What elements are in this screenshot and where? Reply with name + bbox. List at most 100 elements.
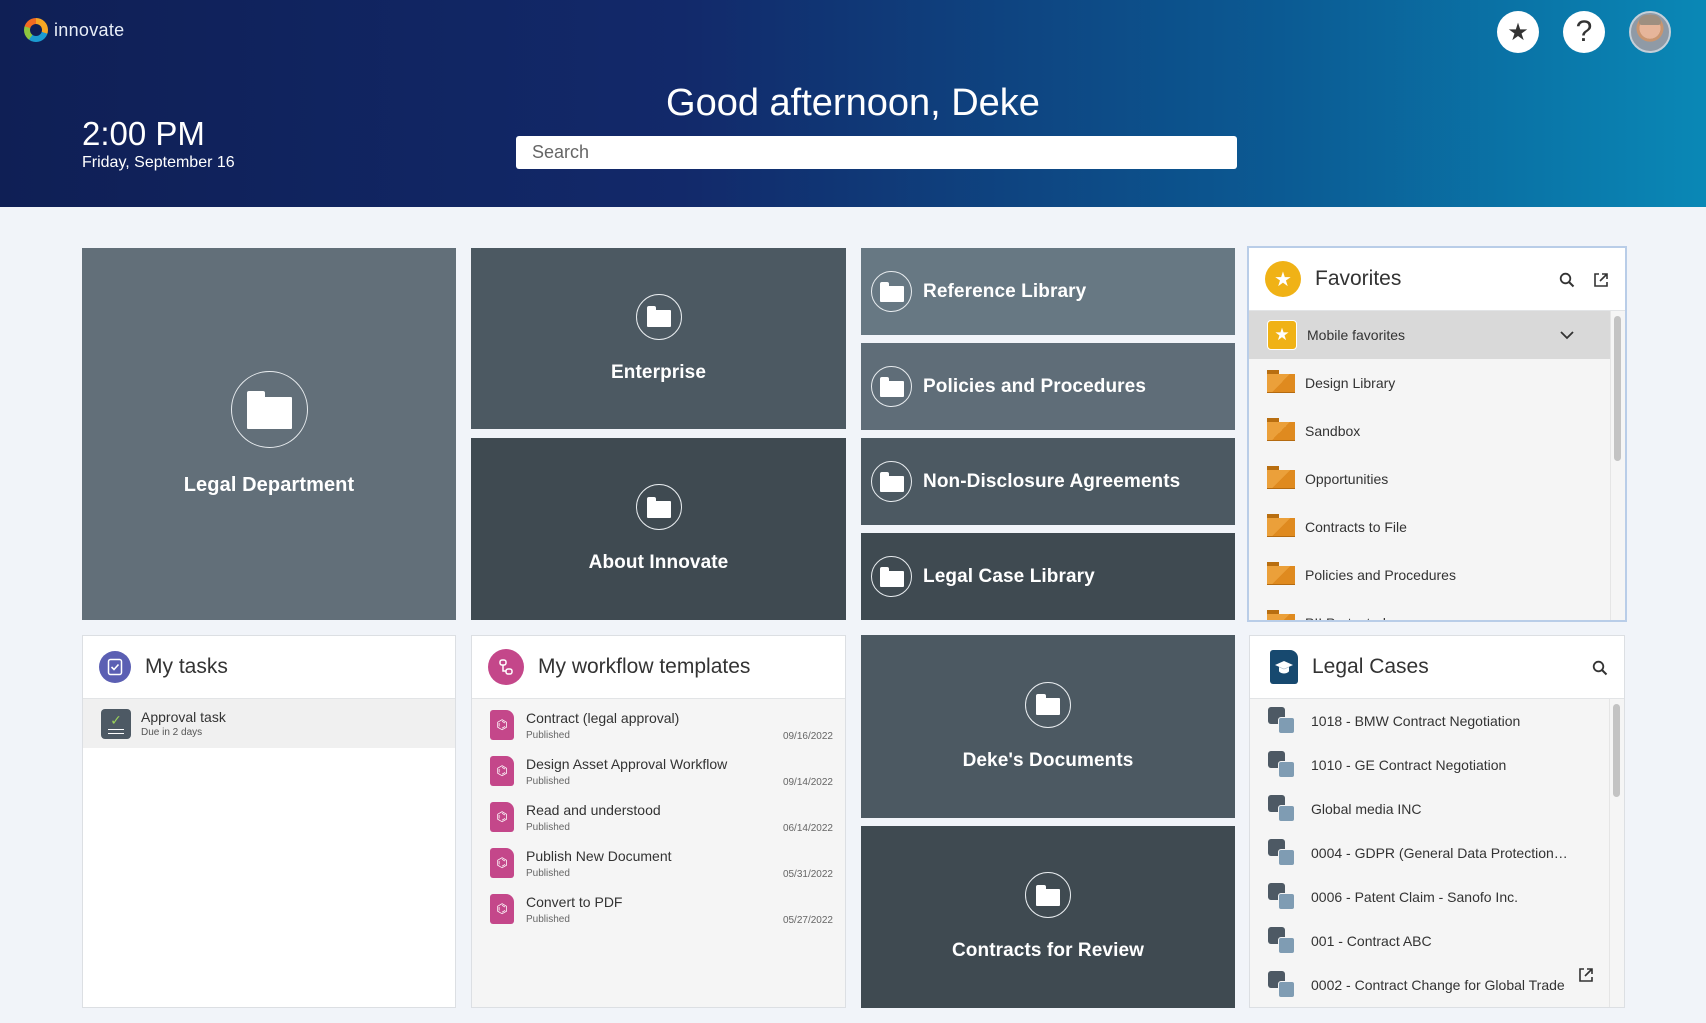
case-item[interactable]: Global media INC (1250, 787, 1624, 831)
open-external-icon[interactable] (1593, 272, 1609, 288)
case-icon (1268, 707, 1296, 735)
app-logo[interactable]: innovate (24, 18, 124, 42)
workflow-status: Published (526, 822, 570, 833)
case-item[interactable]: 1018 - BMW Contract Negotiation (1250, 699, 1624, 743)
search-icon[interactable] (1559, 272, 1575, 288)
case-item[interactable]: 0004 - GDPR (General Data Protection Reg… (1250, 831, 1624, 875)
tile-label: Legal Department (183, 474, 355, 496)
workflow-item[interactable]: ⌬ Contract (legal approval) Published 09… (472, 702, 845, 748)
folder-circle (230, 371, 308, 448)
list-item[interactable]: PII Protected (1249, 599, 1625, 620)
case-label: 1018 - BMW Contract Negotiation (1311, 713, 1521, 729)
workflow-item[interactable]: ⌬ Publish New Document Published 05/31/2… (472, 840, 845, 886)
panel-title: My tasks (145, 655, 228, 678)
folder-circle (1025, 681, 1071, 728)
folder-icon (879, 281, 904, 302)
list-item[interactable]: Policies and Procedures (1249, 551, 1625, 599)
tile-policies-and-procedures[interactable]: Policies and Procedures (861, 343, 1235, 430)
list-item-label: Sandbox (1305, 423, 1361, 439)
case-label: 0006 - Patent Claim - Sanofo Inc. (1311, 889, 1518, 905)
open-external-icon[interactable] (1578, 967, 1594, 986)
favorites-scrollbar[interactable] (1614, 316, 1621, 461)
folder-icon (1267, 369, 1295, 393)
legal-cases-panel: Legal Cases 1018 - BMW Contract Negotiat… (1249, 635, 1625, 1008)
case-item[interactable]: 1010 - GE Contract Negotiation (1250, 743, 1624, 787)
greeting: Good afternoon, Deke (666, 82, 1040, 124)
folder-icon (646, 306, 671, 327)
case-icon (1268, 927, 1296, 955)
list-item[interactable]: Opportunities (1249, 455, 1625, 503)
list-item-label: Policies and Procedures (1305, 567, 1456, 583)
tile-about-innovate[interactable]: About Innovate (471, 438, 846, 620)
favorites-group-mobile[interactable]: ★ Mobile favorites (1249, 311, 1610, 359)
legal-cases-scrollbar[interactable] (1613, 704, 1620, 797)
workflow-icon: ⌬ (490, 756, 514, 786)
tile-non-disclosure-agreements[interactable]: Non-Disclosure Agreements (861, 438, 1235, 525)
search-icon[interactable] (1592, 660, 1608, 676)
tile-label: Enterprise (611, 361, 706, 383)
tile-legal-department[interactable]: Legal Department (82, 248, 456, 620)
panel-title: My workflow templates (538, 655, 751, 678)
tile-label: Legal Case Library (923, 565, 1095, 587)
list-item[interactable]: Contracts to File (1249, 503, 1625, 551)
logo-text: innovate (54, 19, 125, 40)
task-clipboard-icon (99, 651, 131, 683)
tile-dekes-documents[interactable]: Deke's Documents (861, 635, 1235, 818)
list-item[interactable]: Sandbox (1249, 407, 1625, 455)
case-label: 0002 - Contract Change for Global Trade (1311, 977, 1565, 993)
workflow-item[interactable]: ⌬ Read and understood Published 06/14/20… (472, 794, 845, 840)
workflow-name: Publish New Document (526, 848, 672, 864)
task-item[interactable]: ✓ Approval task Due in 2 days (83, 699, 455, 748)
tile-enterprise[interactable]: Enterprise (471, 248, 846, 429)
workflow-date: 09/14/2022 (782, 777, 833, 788)
workflow-item[interactable]: ⌬ Convert to PDF Published 05/27/2022 (472, 886, 845, 932)
workflow-date: 09/16/2022 (782, 731, 833, 742)
workflow-status: Published (526, 776, 570, 787)
case-item[interactable]: 0006 - Patent Claim - Sanofo Inc. (1250, 875, 1624, 919)
header-banner: innovate 2:00 PM Friday, September 16 Go… (0, 0, 1706, 207)
innovate-logo-icon (24, 18, 48, 42)
tile-label: Non-Disclosure Agreements (923, 470, 1181, 492)
help-button[interactable]: ? (1563, 11, 1605, 53)
tile-contracts-for-review[interactable]: Contracts for Review (861, 826, 1235, 1008)
folder-icon (879, 471, 904, 492)
folder-icon (1267, 465, 1295, 489)
legal-cases-header: Legal Cases (1250, 636, 1624, 699)
folder-icon (1267, 417, 1295, 441)
tile-reference-library[interactable]: Reference Library (861, 248, 1235, 335)
workflow-item[interactable]: ⌬ Design Asset Approval Workflow Publish… (472, 748, 845, 794)
clock-date: Friday, September 16 (82, 154, 235, 171)
case-icon (1268, 883, 1296, 911)
list-item-label: Mobile favorites (1307, 327, 1406, 343)
workflow-status: Published (526, 730, 570, 741)
workflow-status: Published (526, 868, 570, 879)
case-label: Global media INC (1311, 801, 1422, 817)
case-item[interactable]: 0002 - Contract Change for Global Trade (1250, 963, 1624, 1007)
legal-cases-list: 1018 - BMW Contract Negotiation 1010 - G… (1250, 699, 1624, 1007)
folder-icon (1267, 561, 1295, 585)
tile-label: Reference Library (923, 280, 1087, 302)
favorites-button[interactable]: ★ (1497, 11, 1539, 53)
case-icon (1268, 751, 1296, 779)
folder-icon (246, 390, 292, 429)
workflow-icon: ⌬ (490, 848, 514, 878)
folder-icon (646, 496, 671, 518)
user-avatar[interactable] (1629, 11, 1671, 53)
folder-icon (1267, 609, 1295, 620)
workflow-name: Convert to PDF (526, 894, 623, 910)
favorites-list: ★ Mobile favorites Design Library Sandbo… (1249, 311, 1625, 620)
panel-title: Legal Cases (1312, 655, 1429, 678)
task-name: Approval task (141, 709, 226, 725)
list-item-label: PII Protected (1305, 615, 1386, 620)
tile-legal-case-library[interactable]: Legal Case Library (861, 533, 1235, 620)
case-item[interactable]: 001 - Contract ABC (1250, 919, 1624, 963)
chevron-down-icon[interactable] (1560, 327, 1574, 343)
favorites-header: ★ Favorites (1249, 248, 1625, 311)
list-item[interactable]: Design Library (1249, 359, 1625, 407)
folder-circle (635, 293, 682, 340)
workflow-header: My workflow templates (472, 636, 845, 699)
search-input[interactable] (516, 136, 1237, 169)
workflow-icon (488, 649, 524, 685)
my-tasks-panel: My tasks ✓ Approval task Due in 2 days (82, 635, 456, 1008)
favorites-panel: ★ Favorites ★ Mobile favorites Design Li… (1247, 246, 1627, 622)
